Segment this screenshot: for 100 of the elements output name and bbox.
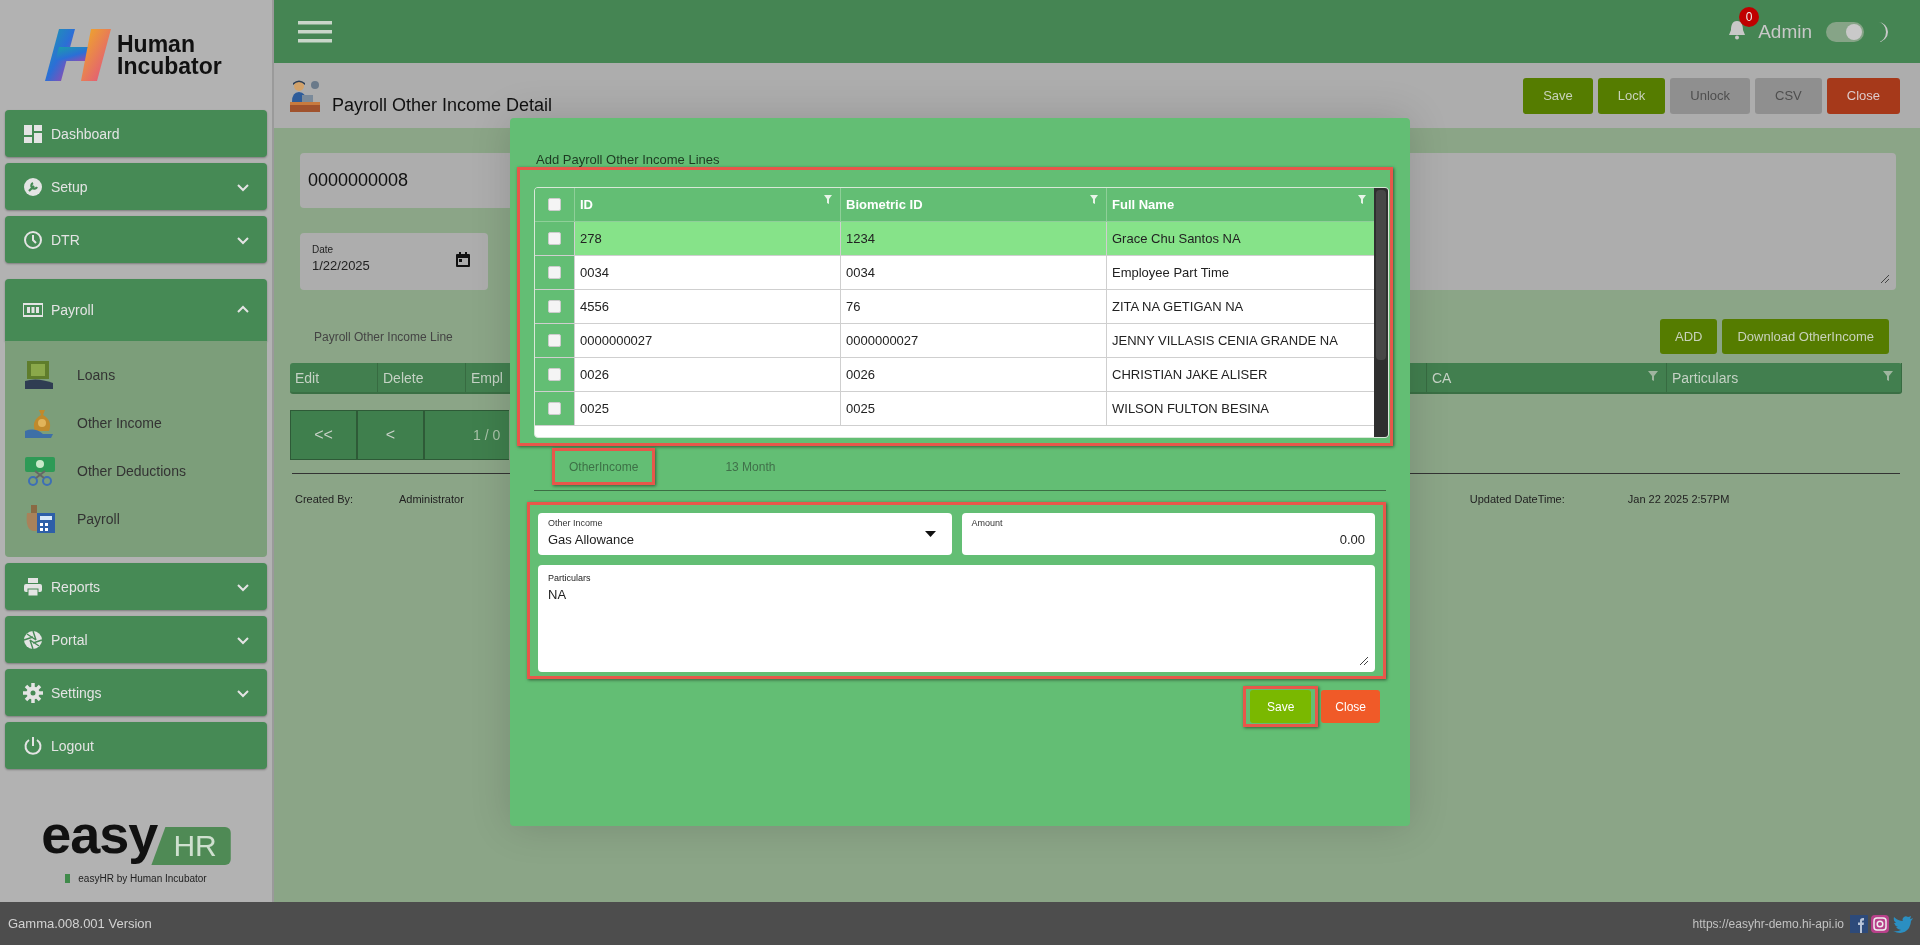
user-name[interactable]: Admin (1758, 20, 1812, 43)
table-cell: ZITA NA GETIGAN NA (1112, 299, 1244, 314)
filter-icon[interactable] (1358, 195, 1366, 204)
aperture-icon (23, 629, 43, 650)
date-field[interactable]: Date 1/22/2025 (300, 233, 488, 290)
resize-grip-icon (1359, 656, 1369, 666)
field-label: Created By: (295, 493, 355, 505)
column-header[interactable]: Biometric ID (846, 197, 923, 212)
tab[interactable]: 13 Month (711, 451, 790, 482)
camera-icon[interactable] (1871, 914, 1889, 933)
logo-icon (45, 29, 111, 81)
column-header[interactable]: Particulars (1672, 369, 1739, 386)
other-income-dropdown[interactable]: Other Income Gas Allowance (538, 513, 952, 555)
filter-icon[interactable] (1648, 371, 1658, 381)
table-cell: 0034 (846, 265, 875, 280)
submenu-item[interactable]: Other Deductions (23, 451, 267, 490)
submenu-item[interactable]: Payroll (23, 499, 267, 538)
action-button[interactable]: ADD (1659, 319, 1718, 354)
save-button[interactable]: Save (1249, 690, 1312, 723)
action-button[interactable]: Close (1826, 77, 1900, 114)
checkbox[interactable] (548, 266, 561, 279)
menu-item[interactable]: Reports (5, 563, 267, 610)
column-header[interactable]: Empl (471, 369, 503, 386)
submenu-item[interactable]: Other Income (23, 403, 267, 442)
checkbox[interactable] (548, 198, 561, 211)
scrollbar[interactable] (1374, 188, 1388, 437)
table-cell: 0026 (580, 367, 609, 382)
table-row[interactable]: 0034 0034 Employee Part Time (535, 256, 1374, 290)
table-cell: 0026 (846, 367, 875, 382)
menu-item[interactable]: Logout (5, 722, 267, 769)
cash-register-icon (23, 300, 43, 320)
checkbox[interactable] (548, 402, 561, 415)
table-cell: Employee Part Time (1112, 265, 1230, 280)
menu-item[interactable]: Setup (5, 163, 267, 210)
checkbox[interactable] (548, 232, 561, 245)
site-link[interactable]: https://easyhr-demo.hi-api.io (1692, 916, 1844, 931)
tab[interactable]: OtherIncome (555, 451, 653, 482)
table-cell: 278 (580, 231, 602, 246)
menu-item[interactable]: DTR (5, 216, 267, 263)
version-label: Gamma.008.001 Version (8, 916, 152, 931)
table-cell: 76 (846, 299, 861, 314)
dashboard-icon (23, 123, 43, 144)
action-button[interactable]: Save (1523, 77, 1593, 114)
particulars-field[interactable]: Particulars NA (538, 565, 1375, 672)
column-header[interactable]: Edit (295, 369, 320, 386)
dialog-title: Add Payroll Other Income Lines (536, 152, 721, 167)
menu-icon[interactable] (298, 20, 332, 43)
table-row[interactable]: 4556 76 ZITA NA GETIGAN NA (535, 290, 1374, 324)
submenu-item[interactable]: Loans (23, 355, 267, 394)
filter-icon[interactable] (824, 195, 832, 204)
table-cell: 0025 (846, 401, 875, 416)
desk-worker-icon (290, 79, 320, 112)
table-cell: 0000000027 (846, 333, 919, 348)
field-label: Updated DateTime: (1469, 493, 1566, 505)
table-cell: WILSON FULTON BESINA (1112, 401, 1269, 416)
page-title: Payroll Other Income Detail (332, 95, 554, 116)
action-button[interactable]: Lock (1597, 77, 1666, 114)
close-button[interactable]: Close (1321, 690, 1380, 723)
menu-item[interactable]: Payroll (5, 279, 267, 341)
filter-icon[interactable] (1883, 371, 1893, 381)
checkbox[interactable] (548, 368, 561, 381)
table-row[interactable]: 0000000027 0000000027 JENNY VILLASIS CENIA GRANDE NA (535, 324, 1374, 358)
facebook-icon[interactable] (1850, 914, 1868, 933)
caret-icon[interactable] (924, 531, 936, 537)
brand-name: Human Incubator (117, 33, 223, 77)
field-value: Administrator (399, 493, 464, 505)
table-cell: 0000000027 (580, 333, 653, 348)
amount-field[interactable]: Amount 0.00 (961, 513, 1375, 555)
column-header[interactable]: Full Name (1112, 197, 1175, 212)
column-header[interactable]: ID (580, 197, 593, 212)
action-button[interactable]: Download OtherIncome (1722, 319, 1889, 354)
column-header[interactable]: CA (1432, 369, 1452, 386)
table-cell: 4556 (580, 299, 609, 314)
checkbox[interactable] (548, 300, 561, 313)
table-cell: 0025 (580, 401, 609, 416)
table-row[interactable]: 0025 0025 WILSON FULTON BESINA (535, 392, 1374, 426)
first-page-button[interactable]: << (290, 410, 357, 460)
table-row[interactable]: 0026 0026 CHRISTIAN JAKE ALISER (535, 358, 1374, 392)
menu-item[interactable]: Dashboard (5, 110, 267, 157)
section-label: Payroll Other Income Line (314, 329, 453, 344)
caption-mark (65, 874, 71, 883)
theme-toggle[interactable] (1826, 21, 1864, 42)
field-value: Jan 22 2025 2:57PM (1627, 493, 1730, 505)
table-row[interactable]: 278 1234 Grace Chu Santos NA (535, 222, 1374, 256)
menu-item[interactable]: Portal (5, 616, 267, 663)
table-cell: 1234 (846, 231, 875, 246)
checkbox[interactable] (548, 334, 561, 347)
calendar-icon[interactable] (456, 252, 470, 267)
previous-page-button[interactable]: < (357, 410, 424, 460)
table-cell: 0034 (580, 265, 609, 280)
wrench-icon (23, 176, 43, 197)
filter-icon[interactable] (1090, 195, 1098, 204)
table-cell: CHRISTIAN JAKE ALISER (1112, 367, 1268, 382)
logo-caption: easyHR by Human Incubator (78, 873, 207, 884)
gear-icon (23, 682, 43, 703)
clock-icon (23, 229, 43, 250)
page-indicator: 1 / 0 (424, 410, 509, 460)
bell-icon[interactable] (1728, 19, 1747, 40)
column-header[interactable]: Delete (383, 369, 424, 386)
menu-item[interactable]: Settings (5, 669, 267, 716)
